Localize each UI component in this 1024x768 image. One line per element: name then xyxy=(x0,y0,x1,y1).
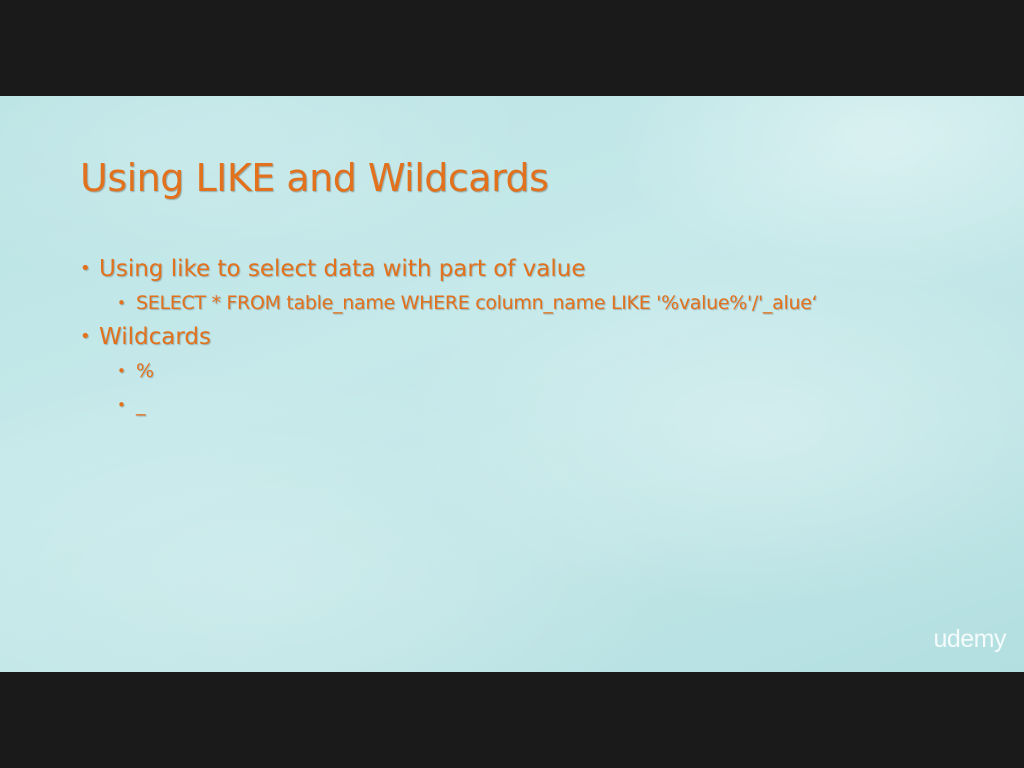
presentation-slide: Using LIKE and Wildcards • Using like to… xyxy=(0,96,1024,672)
bullet-dot-icon: • xyxy=(80,258,91,279)
sub-bullet-item-sql: • SELECT * FROM table_name WHERE column_… xyxy=(117,286,818,320)
bullet-list: • Using like to select data with part of… xyxy=(80,252,818,422)
bullet-text: Using like to select data with part of v… xyxy=(99,256,586,282)
letterbox-top xyxy=(0,0,1024,96)
sub-bullet-text: SELECT * FROM table_name WHERE column_na… xyxy=(136,292,818,314)
sub-bullet-item-percent: • % xyxy=(117,354,817,388)
bullet-item-like: • Using like to select data with part of… xyxy=(80,252,817,286)
sub-bullet-text: % xyxy=(136,360,154,382)
bullet-item-wildcards: • Wildcards xyxy=(80,320,817,354)
sub-bullet-text: _ xyxy=(136,394,146,416)
bullet-dot-icon: • xyxy=(117,396,126,414)
sub-bullet-item-underscore: • _ xyxy=(117,388,817,422)
udemy-logo: udemy xyxy=(933,625,1006,653)
letterbox-bottom xyxy=(0,672,1024,768)
bullet-dot-icon: • xyxy=(117,294,126,312)
bullet-dot-icon: • xyxy=(117,362,126,380)
bullet-text: Wildcards xyxy=(99,324,211,350)
bullet-dot-icon: • xyxy=(80,326,91,347)
slide-title: Using LIKE and Wildcards xyxy=(80,156,549,200)
